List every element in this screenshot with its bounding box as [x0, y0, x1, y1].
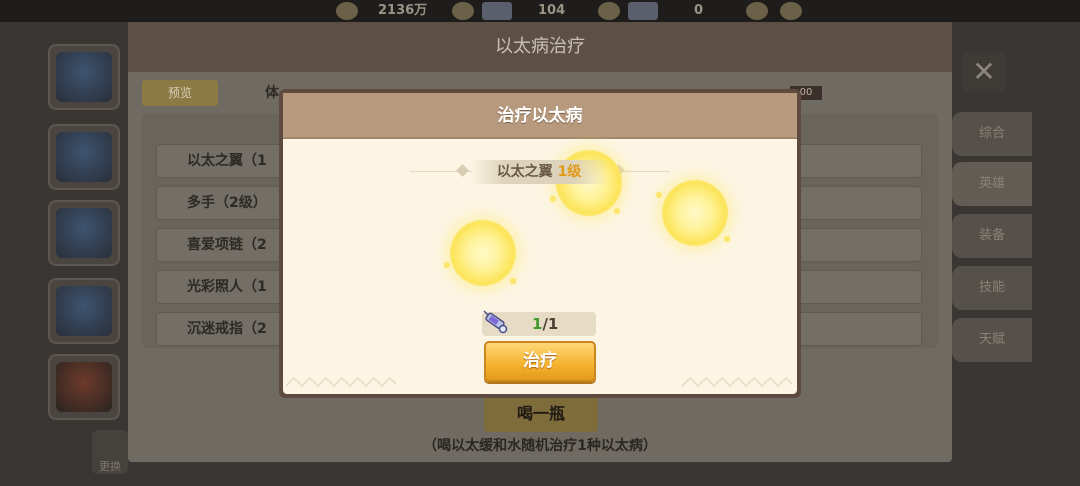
tab-equipment[interactable]: 装备: [952, 214, 1032, 258]
dialog-title: 以太病治疗: [128, 22, 952, 72]
tab-overall[interactable]: 综合: [952, 112, 1032, 156]
tab-skill[interactable]: 技能: [952, 266, 1032, 310]
item-level: 1级: [557, 164, 582, 180]
sparkle-icon: [614, 208, 620, 214]
swap-button[interactable]: 更换: [92, 430, 128, 474]
gem-icon: [452, 2, 474, 20]
light-orb-icon: [450, 220, 516, 286]
column-label: 体: [265, 85, 279, 101]
hero-card[interactable]: [48, 124, 120, 190]
crystal-icon: [628, 2, 658, 20]
hero-card[interactable]: [48, 354, 120, 420]
sparkle-icon: [550, 196, 556, 202]
sparkle-icon: [510, 278, 516, 284]
corner-pattern: [286, 376, 396, 388]
drink-note: （喝以太缓和水随机治疗1种以太病）: [423, 438, 657, 454]
diamond-icon: [482, 2, 512, 20]
corner-pattern: [682, 376, 792, 388]
hero-card[interactable]: [48, 44, 120, 110]
modal-title: 治疗以太病: [283, 93, 797, 139]
item-name: 以太之翼: [496, 164, 553, 180]
sparkle-icon: [656, 192, 662, 198]
sparkle-icon: [444, 262, 450, 268]
currency-gem-amount: 104: [538, 3, 566, 18]
syringe-icon: [483, 310, 508, 334]
hero-portrait: [56, 286, 112, 336]
ticket-icon: [598, 2, 620, 20]
chest-icon: [746, 2, 768, 20]
preview-tag[interactable]: 预览: [142, 80, 218, 106]
currency-third-amount: 0: [694, 3, 704, 18]
hero-portrait: [56, 52, 112, 102]
tab-talent[interactable]: 天赋: [952, 318, 1032, 362]
hero-card[interactable]: [48, 200, 120, 266]
potion-count-current: 1: [532, 315, 543, 333]
treat-button[interactable]: 治疗: [484, 341, 596, 382]
potion-count-total: /1: [542, 315, 559, 333]
close-icon[interactable]: ✕: [962, 52, 1006, 92]
item-label: 以太之翼 1级: [470, 160, 608, 184]
hero-portrait: [56, 208, 112, 258]
tab-hero[interactable]: 英雄: [952, 162, 1032, 206]
drink-one-button[interactable]: 喝一瓶: [484, 396, 598, 432]
sparkle-icon: [724, 236, 730, 242]
hero-portrait: [56, 132, 112, 182]
coin-icon: [336, 2, 358, 20]
mail-icon: [780, 2, 802, 20]
light-orb-icon: [662, 180, 728, 246]
hero-portrait: [56, 362, 112, 412]
hero-card[interactable]: [48, 278, 120, 344]
potion-count: 1/1: [532, 312, 572, 336]
currency-gold-amount: 2136万: [378, 3, 428, 18]
